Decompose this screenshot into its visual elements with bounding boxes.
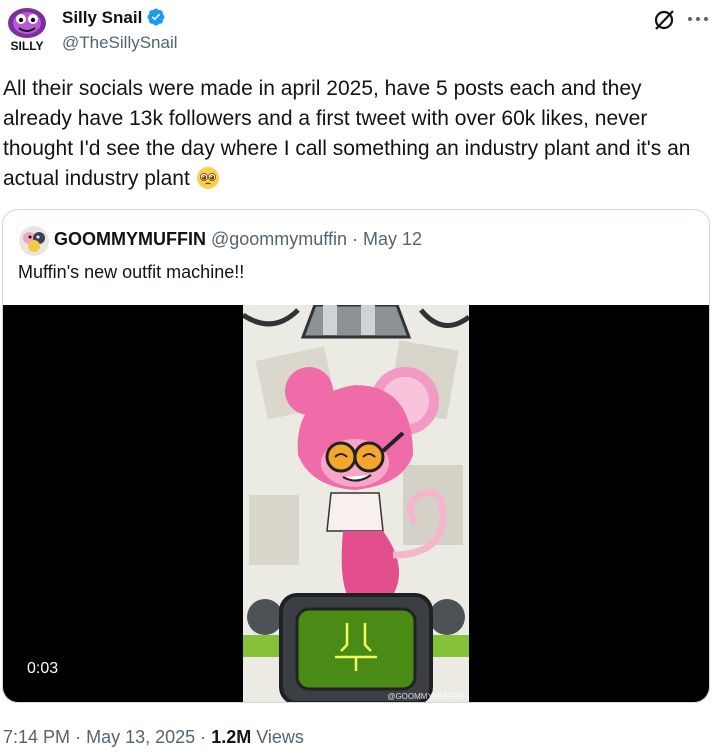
quoted-tweet-text: Muffin's new outfit machine!!: [18, 262, 245, 282]
author-handle[interactable]: @TheSillySnail: [62, 33, 178, 53]
tweet-date[interactable]: May 13, 2025: [86, 727, 195, 747]
quoted-tweet-header: GOOMMYMUFFIN @goommymuffin · May 12: [54, 229, 422, 250]
tweet-header: SILLY Silly Snail @TheSillySnail: [0, 0, 715, 60]
quoted-date[interactable]: May 12: [363, 229, 422, 249]
video-player[interactable]: @GOOMMYMUFFIN 0:03: [3, 305, 709, 702]
quoted-separator: ·: [352, 229, 358, 249]
quoted-display-name[interactable]: GOOMMYMUFFIN: [54, 229, 206, 249]
author-avatar[interactable]: SILLY: [4, 6, 50, 52]
views-label: Views: [256, 727, 304, 747]
tweet-meta: 7:14 PM · May 13, 2025 · 1.2M Views: [3, 727, 304, 748]
pleading-face-emoji-icon: [196, 167, 219, 189]
tweet-text: All their socials were made in april 202…: [3, 74, 703, 194]
quoted-tweet[interactable]: GOOMMYMUFFIN @goommymuffin · May 12 Muff…: [2, 209, 710, 703]
tweet-text-content: All their socials were made in april 202…: [3, 77, 691, 190]
quoted-author-avatar[interactable]: [19, 226, 49, 256]
video-duration: 0:03: [27, 660, 59, 677]
video-watermark: @GOOMMYMUFFIN: [387, 692, 463, 701]
meta-separator: ·: [200, 727, 207, 747]
author-display-name[interactable]: Silly Snail: [62, 8, 142, 28]
verified-badge-icon: [147, 8, 165, 26]
more-options-icon[interactable]: [687, 14, 709, 24]
avatar-logo-text: SILLY: [11, 39, 44, 52]
views-count: 1.2M: [211, 727, 252, 747]
meta-separator: ·: [75, 727, 82, 747]
tweet-time[interactable]: 7:14 PM: [3, 727, 70, 747]
grok-icon[interactable]: [651, 7, 677, 33]
quoted-handle[interactable]: @goommymuffin: [211, 229, 347, 249]
video-frame-image: @GOOMMYMUFFIN: [243, 305, 469, 702]
